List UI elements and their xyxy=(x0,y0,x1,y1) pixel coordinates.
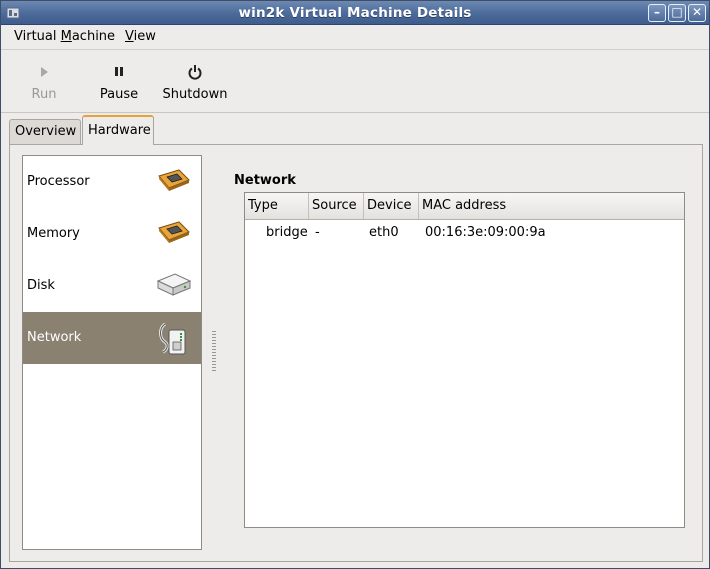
shutdown-button[interactable]: Shutdown xyxy=(159,59,231,102)
disk-icon xyxy=(156,273,192,296)
hardware-panel: Processor Memory Disk Network Network Ty… xyxy=(9,144,703,562)
menu-view[interactable]: View xyxy=(125,29,156,44)
hardware-item-label: Memory xyxy=(27,226,80,241)
pause-label: Pause xyxy=(99,87,139,102)
hardware-item-processor[interactable]: Processor xyxy=(23,156,201,208)
hardware-item-disk[interactable]: Disk xyxy=(23,260,201,312)
shutdown-label: Shutdown xyxy=(162,87,228,102)
hardware-item-label: Network xyxy=(27,330,82,345)
pause-button[interactable]: Pause xyxy=(93,59,145,102)
table-header: Type Source Device MAC address xyxy=(245,193,684,220)
maximize-button[interactable]: □ xyxy=(668,4,686,22)
chip-icon xyxy=(158,169,190,191)
column-header-type[interactable]: Type xyxy=(245,193,309,219)
tab-overview[interactable]: Overview xyxy=(9,119,81,145)
menu-bar: Virtual Machine View xyxy=(1,25,709,50)
pane-splitter-handle[interactable] xyxy=(212,331,216,371)
network-icon xyxy=(159,322,186,355)
cell-source: - xyxy=(315,225,320,240)
toolbar: Run Pause Shutdown xyxy=(1,51,709,113)
maximize-icon: □ xyxy=(671,5,683,19)
play-icon xyxy=(41,67,48,77)
column-header-mac-address[interactable]: MAC address xyxy=(419,193,684,219)
hardware-item-label: Disk xyxy=(27,278,55,293)
power-icon xyxy=(188,65,202,80)
window-title: win2k Virtual Machine Details xyxy=(238,5,472,21)
menu-virtual-machine[interactable]: Virtual Machine xyxy=(14,29,115,44)
column-header-device[interactable]: Device xyxy=(364,193,419,219)
network-table: Type Source Device MAC address bridge - … xyxy=(244,192,685,528)
title-bar[interactable]: win2k Virtual Machine Details – □ ✕ xyxy=(1,1,709,25)
tab-hardware[interactable]: Hardware xyxy=(82,115,154,145)
hardware-item-memory[interactable]: Memory xyxy=(23,208,201,260)
pause-icon xyxy=(115,67,123,76)
minimize-button[interactable]: – xyxy=(648,4,666,22)
table-row[interactable]: bridge - eth0 00:16:3e:09:00:9a xyxy=(245,221,684,245)
cell-device: eth0 xyxy=(369,225,399,240)
run-label: Run xyxy=(31,87,57,102)
run-button[interactable]: Run xyxy=(23,59,65,102)
hardware-item-label: Processor xyxy=(27,174,90,189)
cell-type: bridge xyxy=(266,225,308,240)
minimize-icon: – xyxy=(654,5,660,19)
column-header-source[interactable]: Source xyxy=(309,193,364,219)
chip-icon xyxy=(158,221,190,243)
close-icon: ✕ xyxy=(691,5,703,19)
close-button[interactable]: ✕ xyxy=(688,4,706,22)
hardware-list: Processor Memory Disk Network xyxy=(22,155,202,550)
window: win2k Virtual Machine Details – □ ✕ Virt… xyxy=(0,0,710,569)
cell-mac-address: 00:16:3e:09:00:9a xyxy=(425,225,546,240)
hardware-item-network[interactable]: Network xyxy=(23,312,201,364)
section-title: Network xyxy=(234,173,296,188)
